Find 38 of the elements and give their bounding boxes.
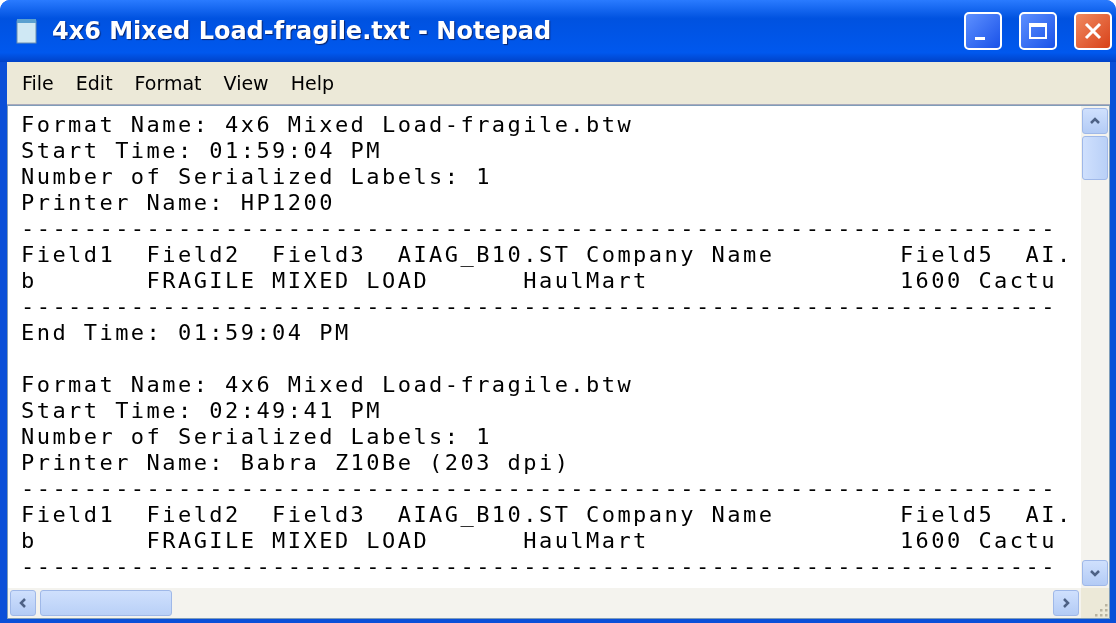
- scroll-thumb[interactable]: [1082, 136, 1108, 180]
- scroll-thumb[interactable]: [40, 590, 172, 616]
- text-line: Field1 Field2 Field3 AIAG_B10.ST Company Name Field5 AI.: [21, 242, 1073, 267]
- text-line: ------------------------------------------------------------------: [21, 294, 1057, 319]
- scroll-up-button[interactable]: [1082, 108, 1108, 134]
- text-line: b FRAGILE MIXED LOAD HaulMart 1600 Cactu: [21, 268, 1057, 293]
- text-line: Field1 Field2 Field3 AIAG_B10.ST Company Name Field5 AI.: [21, 502, 1073, 527]
- text-line: Format Name: 4x6 Mixed Load-fragile.btw: [21, 112, 634, 137]
- text-line: Printer Name: HP1200: [21, 190, 335, 215]
- scroll-right-button[interactable]: [1053, 590, 1079, 616]
- text-line: Format Name: 4x6 Mixed Load-fragile.btw: [21, 372, 634, 397]
- menu-item[interactable]: Format: [123, 70, 213, 96]
- window-title: 4x6 Mixed Load-fragile.txt - Notepad: [52, 17, 553, 45]
- scroll-down-button[interactable]: [1082, 560, 1108, 586]
- scroll-left-button[interactable]: [10, 590, 36, 616]
- text-line: Number of Serialized Labels: 1: [21, 164, 492, 189]
- maximize-icon: [1028, 21, 1048, 41]
- text-line: ------------------------------------------------------------------: [21, 476, 1057, 501]
- text-line: b FRAGILE MIXED LOAD HaulMart 1600 Cactu: [21, 528, 1057, 553]
- menu-item[interactable]: Edit: [64, 70, 124, 96]
- close-icon: [1083, 21, 1103, 41]
- text-line: End Time: 01:59:04 PM: [21, 320, 351, 345]
- notepad-icon: [14, 17, 40, 45]
- menu-item[interactable]: File: [11, 70, 65, 96]
- text-line: ------------------------------------------------------------------: [21, 554, 1057, 579]
- minimize-icon: [975, 36, 985, 40]
- text-line: Start Time: 02:49:41 PM: [21, 398, 382, 423]
- text-line: Number of Serialized Labels: 1: [21, 424, 492, 449]
- close-button[interactable]: [1074, 12, 1112, 50]
- text-line: ------------------------------------------------------------------: [21, 216, 1057, 241]
- maximize-button[interactable]: [1019, 12, 1057, 50]
- text-line: Start Time: 01:59:04 PM: [21, 138, 382, 163]
- text-line: Printer Name: Babra Z10Be (203 dpi): [21, 450, 571, 475]
- vertical-scrollbar[interactable]: [1081, 106, 1109, 588]
- menu-item[interactable]: View: [212, 70, 280, 96]
- menu-item[interactable]: Help: [279, 70, 345, 96]
- minimize-button[interactable]: [964, 12, 1002, 50]
- horizontal-scrollbar[interactable]: [8, 588, 1081, 618]
